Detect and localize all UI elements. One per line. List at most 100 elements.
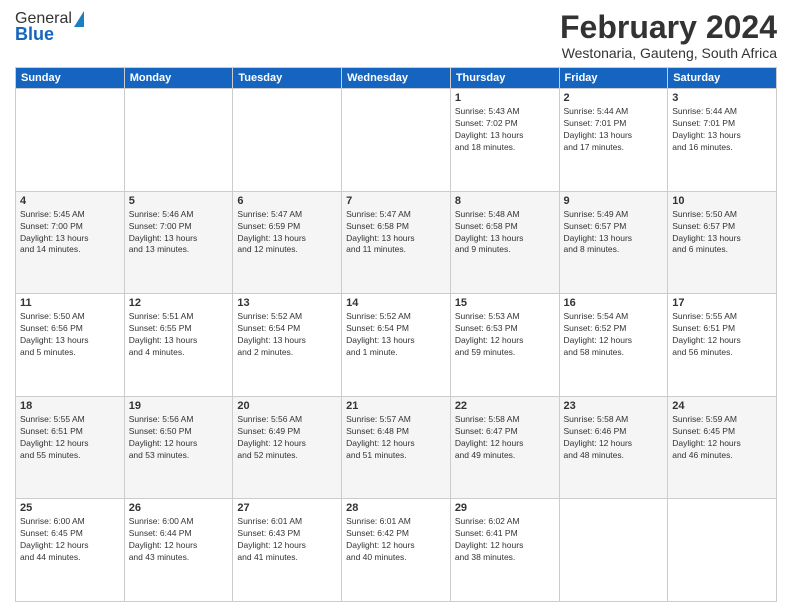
- day-info: Sunrise: 5:58 AM Sunset: 6:47 PM Dayligh…: [455, 414, 555, 462]
- day-info: Sunrise: 6:00 AM Sunset: 6:44 PM Dayligh…: [129, 516, 229, 564]
- logo-triangle-icon: [74, 11, 84, 27]
- day-info: Sunrise: 5:55 AM Sunset: 6:51 PM Dayligh…: [672, 311, 772, 359]
- day-number: 25: [20, 502, 120, 514]
- calendar-cell: 27 Sunrise: 6:01 AM Sunset: 6:43 PM Dayli…: [233, 499, 342, 602]
- day-number: 1: [455, 92, 555, 104]
- calendar-cell: 11Sunrise: 5:50 AM Sunset: 6:56 PM Dayli…: [16, 294, 125, 397]
- calendar-cell: 3 Sunrise: 5:44 AM Sunset: 7:01 PM Daylig…: [668, 89, 777, 192]
- day-number: 26: [129, 502, 229, 514]
- calendar-cell: 2 Sunrise: 5:44 AM Sunset: 7:01 PM Daylig…: [559, 89, 668, 192]
- day-info: Sunrise: 5:44 AM Sunset: 7:01 PM Dayligh…: [672, 106, 772, 154]
- day-number: 27: [237, 502, 337, 514]
- day-number: 3: [672, 92, 772, 104]
- day-number: 29: [455, 502, 555, 514]
- day-header-monday: Monday: [124, 68, 233, 89]
- calendar-cell: [342, 89, 451, 192]
- week-row-3: 18 Sunrise: 5:55 AM Sunset: 6:51 PM Dayli…: [16, 396, 777, 499]
- calendar-cell: 25 Sunrise: 6:00 AM Sunset: 6:45 PM Dayli…: [16, 499, 125, 602]
- calendar-cell: 29 Sunrise: 6:02 AM Sunset: 6:41 PM Dayli…: [450, 499, 559, 602]
- day-number: 21: [346, 400, 446, 412]
- day-header-friday: Friday: [559, 68, 668, 89]
- day-info: Sunrise: 5:54 AM Sunset: 6:52 PM Dayligh…: [564, 311, 664, 359]
- day-header-tuesday: Tuesday: [233, 68, 342, 89]
- calendar-cell: 8 Sunrise: 5:48 AM Sunset: 6:58 PM Daylig…: [450, 191, 559, 294]
- day-info: Sunrise: 5:55 AM Sunset: 6:51 PM Dayligh…: [20, 414, 120, 462]
- calendar-cell: 15Sunrise: 5:53 AM Sunset: 6:53 PM Dayli…: [450, 294, 559, 397]
- day-info: Sunrise: 5:44 AM Sunset: 7:01 PM Dayligh…: [564, 106, 664, 154]
- calendar-cell: 23Sunrise: 5:58 AM Sunset: 6:46 PM Dayli…: [559, 396, 668, 499]
- day-number: 14: [346, 297, 446, 309]
- calendar-cell: 22 Sunrise: 5:58 AM Sunset: 6:47 PM Dayli…: [450, 396, 559, 499]
- week-row-4: 25 Sunrise: 6:00 AM Sunset: 6:45 PM Dayli…: [16, 499, 777, 602]
- day-info: Sunrise: 6:01 AM Sunset: 6:43 PM Dayligh…: [237, 516, 337, 564]
- day-number: 7: [346, 195, 446, 207]
- logo-blue-text: Blue: [15, 24, 54, 45]
- day-info: Sunrise: 5:56 AM Sunset: 6:49 PM Dayligh…: [237, 414, 337, 462]
- day-header-sunday: Sunday: [16, 68, 125, 89]
- day-info: Sunrise: 5:47 AM Sunset: 6:58 PM Dayligh…: [346, 209, 446, 257]
- day-info: Sunrise: 5:49 AM Sunset: 6:57 PM Dayligh…: [564, 209, 664, 257]
- day-info: Sunrise: 5:43 AM Sunset: 7:02 PM Dayligh…: [455, 106, 555, 154]
- title-section: February 2024 Westonaria, Gauteng, South…: [560, 10, 777, 61]
- day-info: Sunrise: 5:59 AM Sunset: 6:45 PM Dayligh…: [672, 414, 772, 462]
- day-number: 8: [455, 195, 555, 207]
- day-info: Sunrise: 6:00 AM Sunset: 6:45 PM Dayligh…: [20, 516, 120, 564]
- day-info: Sunrise: 5:56 AM Sunset: 6:50 PM Dayligh…: [129, 414, 229, 462]
- calendar-table: SundayMondayTuesdayWednesdayThursdayFrid…: [15, 67, 777, 602]
- days-header-row: SundayMondayTuesdayWednesdayThursdayFrid…: [16, 68, 777, 89]
- calendar-cell: 16Sunrise: 5:54 AM Sunset: 6:52 PM Dayli…: [559, 294, 668, 397]
- page: General Blue February 2024 Westonaria, G…: [0, 0, 792, 612]
- day-info: Sunrise: 5:58 AM Sunset: 6:46 PM Dayligh…: [564, 414, 664, 462]
- day-number: 4: [20, 195, 120, 207]
- day-number: 18: [20, 400, 120, 412]
- day-number: 11: [20, 297, 120, 309]
- week-row-2: 11Sunrise: 5:50 AM Sunset: 6:56 PM Dayli…: [16, 294, 777, 397]
- day-number: 12: [129, 297, 229, 309]
- calendar-cell: 24Sunrise: 5:59 AM Sunset: 6:45 PM Dayli…: [668, 396, 777, 499]
- header: General Blue February 2024 Westonaria, G…: [15, 10, 777, 61]
- month-title: February 2024: [560, 10, 777, 45]
- day-info: Sunrise: 5:57 AM Sunset: 6:48 PM Dayligh…: [346, 414, 446, 462]
- calendar-cell: 4Sunrise: 5:45 AM Sunset: 7:00 PM Daylig…: [16, 191, 125, 294]
- calendar-cell: 20 Sunrise: 5:56 AM Sunset: 6:49 PM Dayli…: [233, 396, 342, 499]
- day-number: 28: [346, 502, 446, 514]
- calendar-cell: 9 Sunrise: 5:49 AM Sunset: 6:57 PM Daylig…: [559, 191, 668, 294]
- day-number: 19: [129, 400, 229, 412]
- week-row-1: 4Sunrise: 5:45 AM Sunset: 7:00 PM Daylig…: [16, 191, 777, 294]
- day-number: 20: [237, 400, 337, 412]
- calendar-cell: [16, 89, 125, 192]
- day-info: Sunrise: 6:01 AM Sunset: 6:42 PM Dayligh…: [346, 516, 446, 564]
- calendar-cell: 12 Sunrise: 5:51 AM Sunset: 6:55 PM Dayli…: [124, 294, 233, 397]
- logo: General Blue: [15, 10, 84, 45]
- day-info: Sunrise: 5:47 AM Sunset: 6:59 PM Dayligh…: [237, 209, 337, 257]
- calendar-cell: 7 Sunrise: 5:47 AM Sunset: 6:58 PM Daylig…: [342, 191, 451, 294]
- day-header-wednesday: Wednesday: [342, 68, 451, 89]
- calendar-cell: 14 Sunrise: 5:52 AM Sunset: 6:54 PM Dayli…: [342, 294, 451, 397]
- day-info: Sunrise: 6:02 AM Sunset: 6:41 PM Dayligh…: [455, 516, 555, 564]
- day-number: 9: [564, 195, 664, 207]
- calendar-cell: 10 Sunrise: 5:50 AM Sunset: 6:57 PM Dayli…: [668, 191, 777, 294]
- location-title: Westonaria, Gauteng, South Africa: [560, 45, 777, 61]
- day-number: 10: [672, 195, 772, 207]
- calendar-cell: 19 Sunrise: 5:56 AM Sunset: 6:50 PM Dayli…: [124, 396, 233, 499]
- calendar-cell: 17Sunrise: 5:55 AM Sunset: 6:51 PM Dayli…: [668, 294, 777, 397]
- day-number: 13: [237, 297, 337, 309]
- day-info: Sunrise: 5:52 AM Sunset: 6:54 PM Dayligh…: [346, 311, 446, 359]
- day-info: Sunrise: 5:48 AM Sunset: 6:58 PM Dayligh…: [455, 209, 555, 257]
- day-number: 5: [129, 195, 229, 207]
- day-header-saturday: Saturday: [668, 68, 777, 89]
- calendar-cell: [668, 499, 777, 602]
- calendar-cell: 13Sunrise: 5:52 AM Sunset: 6:54 PM Dayli…: [233, 294, 342, 397]
- calendar-cell: [124, 89, 233, 192]
- calendar-cell: [559, 499, 668, 602]
- day-info: Sunrise: 5:51 AM Sunset: 6:55 PM Dayligh…: [129, 311, 229, 359]
- day-info: Sunrise: 5:46 AM Sunset: 7:00 PM Dayligh…: [129, 209, 229, 257]
- calendar-cell: 26 Sunrise: 6:00 AM Sunset: 6:44 PM Dayli…: [124, 499, 233, 602]
- day-info: Sunrise: 5:50 AM Sunset: 6:57 PM Dayligh…: [672, 209, 772, 257]
- week-row-0: 1 Sunrise: 5:43 AM Sunset: 7:02 PM Daylig…: [16, 89, 777, 192]
- day-number: 2: [564, 92, 664, 104]
- calendar-cell: 21 Sunrise: 5:57 AM Sunset: 6:48 PM Dayli…: [342, 396, 451, 499]
- calendar-cell: 1 Sunrise: 5:43 AM Sunset: 7:02 PM Daylig…: [450, 89, 559, 192]
- day-number: 22: [455, 400, 555, 412]
- calendar-cell: 6Sunrise: 5:47 AM Sunset: 6:59 PM Daylig…: [233, 191, 342, 294]
